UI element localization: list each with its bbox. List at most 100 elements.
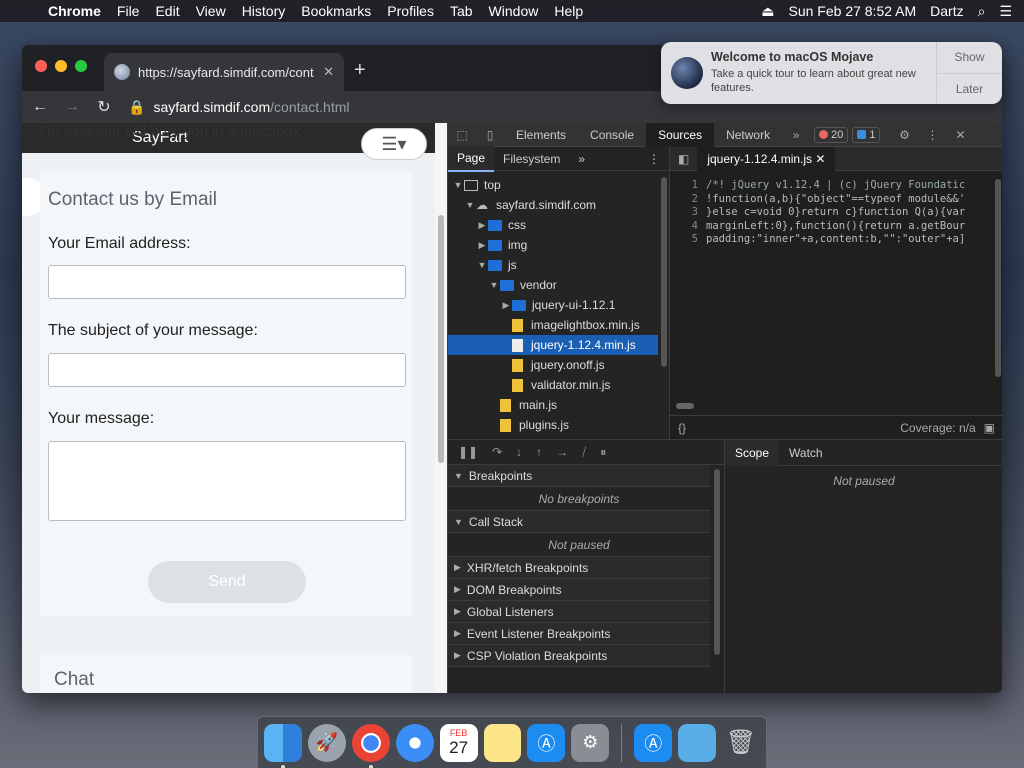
line-number[interactable]: 3 bbox=[670, 206, 706, 220]
tab-console[interactable]: Console bbox=[578, 123, 646, 147]
tree-item[interactable]: jquery.onoff.js bbox=[448, 355, 658, 375]
caret-down-icon[interactable]: ▼ bbox=[452, 180, 464, 190]
send-button[interactable]: Send bbox=[148, 561, 306, 603]
notes-icon[interactable] bbox=[483, 723, 522, 762]
user-name[interactable]: Dartz bbox=[930, 3, 963, 19]
app-store-download-icon[interactable]: Ⓐ bbox=[634, 723, 673, 762]
code-line[interactable]: 3}else c=void 0}return c}function Q(a){v… bbox=[670, 206, 966, 220]
close-file-icon[interactable]: ✕ bbox=[815, 152, 825, 166]
calendar-icon[interactable]: FEB 27 bbox=[439, 723, 478, 762]
menu-profiles[interactable]: Profiles bbox=[379, 3, 442, 19]
menu-history[interactable]: History bbox=[234, 3, 294, 19]
section-header[interactable]: ▶ XHR/fetch Breakpoints bbox=[448, 557, 710, 579]
lock-icon[interactable]: 🔒 bbox=[128, 99, 145, 116]
menu-window[interactable]: Window bbox=[481, 3, 547, 19]
line-number[interactable]: 1 bbox=[670, 179, 706, 193]
editor-file-tab[interactable]: jquery-1.12.4.min.js ✕ bbox=[697, 146, 836, 171]
code-line[interactable]: 1/*! jQuery v1.12.4 | (c) jQuery Foundat… bbox=[670, 179, 966, 193]
step-out-icon[interactable]: ↑ bbox=[536, 445, 542, 459]
deactivate-breakpoints-icon[interactable]: ⧸ bbox=[582, 445, 586, 460]
caret-right-icon[interactable]: ▶ bbox=[476, 240, 488, 251]
code-line[interactable]: 2 !function(a,b){"object"==typeof module&… bbox=[670, 193, 966, 207]
tab-network[interactable]: Network bbox=[714, 123, 782, 147]
forward-button[interactable]: → bbox=[64, 98, 80, 116]
tab-filesystem[interactable]: Filesystem bbox=[494, 147, 569, 171]
tab-sources[interactable]: Sources bbox=[646, 122, 715, 147]
email-field[interactable] bbox=[48, 265, 406, 299]
later-button[interactable]: Later bbox=[937, 74, 1002, 105]
minimize-window-button[interactable] bbox=[55, 60, 67, 72]
step-over-icon[interactable]: ↷ bbox=[492, 445, 502, 459]
new-tab-button[interactable]: + bbox=[354, 59, 366, 82]
message-textarea[interactable] bbox=[48, 441, 406, 521]
app-store-icon[interactable]: Ⓐ bbox=[527, 723, 566, 762]
menu-button[interactable]: ☰▾ bbox=[361, 128, 427, 160]
navigator-scrollbar[interactable] bbox=[661, 177, 667, 367]
caret-right-icon[interactable]: ▶ bbox=[500, 300, 512, 311]
tree-item[interactable]: ▼ top bbox=[448, 175, 658, 195]
close-window-button[interactable] bbox=[35, 60, 47, 72]
section-header[interactable]: ▶ Event Listener Breakpoints bbox=[448, 623, 710, 645]
kebab-menu-icon[interactable]: ⋮ bbox=[918, 128, 946, 142]
section-header[interactable]: ▶ DOM Breakpoints bbox=[448, 579, 710, 601]
step-icon[interactable]: → bbox=[556, 445, 568, 459]
finder-icon[interactable] bbox=[264, 723, 302, 768]
eject-icon[interactable]: ⏏ bbox=[761, 3, 774, 20]
caret-down-icon[interactable]: ▼ bbox=[476, 260, 488, 270]
menu-view[interactable]: View bbox=[188, 3, 234, 19]
menu-tab[interactable]: Tab bbox=[442, 3, 481, 19]
tab-page[interactable]: Page bbox=[448, 145, 495, 172]
more-tabs-icon[interactable]: » bbox=[782, 128, 810, 142]
code-lines[interactable]: 1/*! jQuery v1.12.4 | (c) jQuery Foundat… bbox=[670, 179, 966, 247]
error-badge[interactable]: 20 bbox=[814, 126, 849, 143]
system-preferences-icon[interactable]: ⚙ bbox=[571, 723, 610, 762]
tab-watch[interactable]: Watch bbox=[779, 440, 833, 466]
clock[interactable]: Sun Feb 27 8:52 AM bbox=[789, 3, 917, 19]
menu-file[interactable]: File bbox=[109, 3, 148, 19]
tree-item[interactable]: ▼ js bbox=[448, 255, 658, 275]
caret-down-icon[interactable]: ▼ bbox=[464, 200, 476, 210]
editor-vscrollbar[interactable] bbox=[995, 179, 1001, 377]
spotlight-icon[interactable]: ⌕ bbox=[978, 3, 986, 20]
nav-kebab-icon[interactable]: ⋮ bbox=[639, 147, 669, 171]
tree-item[interactable]: imagelightbox.min.js bbox=[448, 315, 658, 335]
info-badge[interactable]: 1 bbox=[852, 126, 881, 143]
page-scrollbar-thumb[interactable] bbox=[438, 215, 444, 463]
control-center-icon[interactable]: ☰ bbox=[999, 3, 1012, 20]
menu-app[interactable]: Chrome bbox=[40, 3, 109, 19]
inspect-icon[interactable]: ⬚ bbox=[448, 128, 476, 142]
menu-edit[interactable]: Edit bbox=[147, 3, 187, 19]
line-number[interactable]: 5 bbox=[670, 233, 706, 247]
more-nav-icon[interactable]: » bbox=[569, 147, 594, 171]
tree-item[interactable]: ▼ ☁ sayfard.simdif.com bbox=[448, 195, 658, 215]
toggle-navigator-icon[interactable]: ◧ bbox=[670, 152, 697, 166]
close-devtools-icon[interactable]: ✕ bbox=[946, 128, 974, 142]
zoom-window-button[interactable] bbox=[75, 60, 87, 72]
show-button[interactable]: Show bbox=[937, 42, 1002, 74]
notification-banner[interactable]: Welcome to macOS Mojave Take a quick tou… bbox=[661, 42, 1002, 104]
coverage-toggle-icon[interactable]: ▣ bbox=[984, 421, 995, 435]
safari-icon[interactable] bbox=[395, 723, 434, 762]
section-header[interactable]: ▼ Breakpoints bbox=[448, 465, 710, 487]
menu-help[interactable]: Help bbox=[546, 3, 591, 19]
reload-button[interactable]: ↻ bbox=[96, 97, 112, 117]
address-bar[interactable]: 🔒 sayfard.simdif.com/contact.html bbox=[128, 99, 350, 116]
subject-field[interactable] bbox=[48, 353, 406, 387]
line-number[interactable]: 4 bbox=[670, 220, 706, 234]
code-line[interactable]: 5 padding:"inner"+a,content:b,"":"outer"+… bbox=[670, 233, 966, 247]
tree-item[interactable]: validator.min.js bbox=[448, 375, 658, 395]
back-button[interactable]: ← bbox=[32, 98, 48, 116]
tree-item[interactable]: ▶ img bbox=[448, 235, 658, 255]
tab-scope[interactable]: Scope bbox=[725, 439, 780, 466]
settings-gear-icon[interactable]: ⚙ bbox=[890, 128, 918, 142]
caret-right-icon[interactable]: ▶ bbox=[476, 220, 488, 231]
tree-item[interactable]: ▶ css bbox=[448, 215, 658, 235]
pause-icon[interactable]: ❚❚ bbox=[458, 445, 478, 459]
tree-item[interactable]: ▶ jquery-ui-1.12.1 bbox=[448, 295, 658, 315]
trash-icon[interactable]: 🗑 bbox=[722, 724, 760, 762]
section-header[interactable]: ▼ Call Stack bbox=[448, 511, 710, 533]
line-number[interactable]: 2 bbox=[670, 193, 706, 207]
chrome-icon[interactable] bbox=[351, 723, 390, 768]
editor-hscrollbar[interactable] bbox=[676, 403, 694, 409]
tree-item[interactable]: plugins.js bbox=[448, 415, 658, 435]
